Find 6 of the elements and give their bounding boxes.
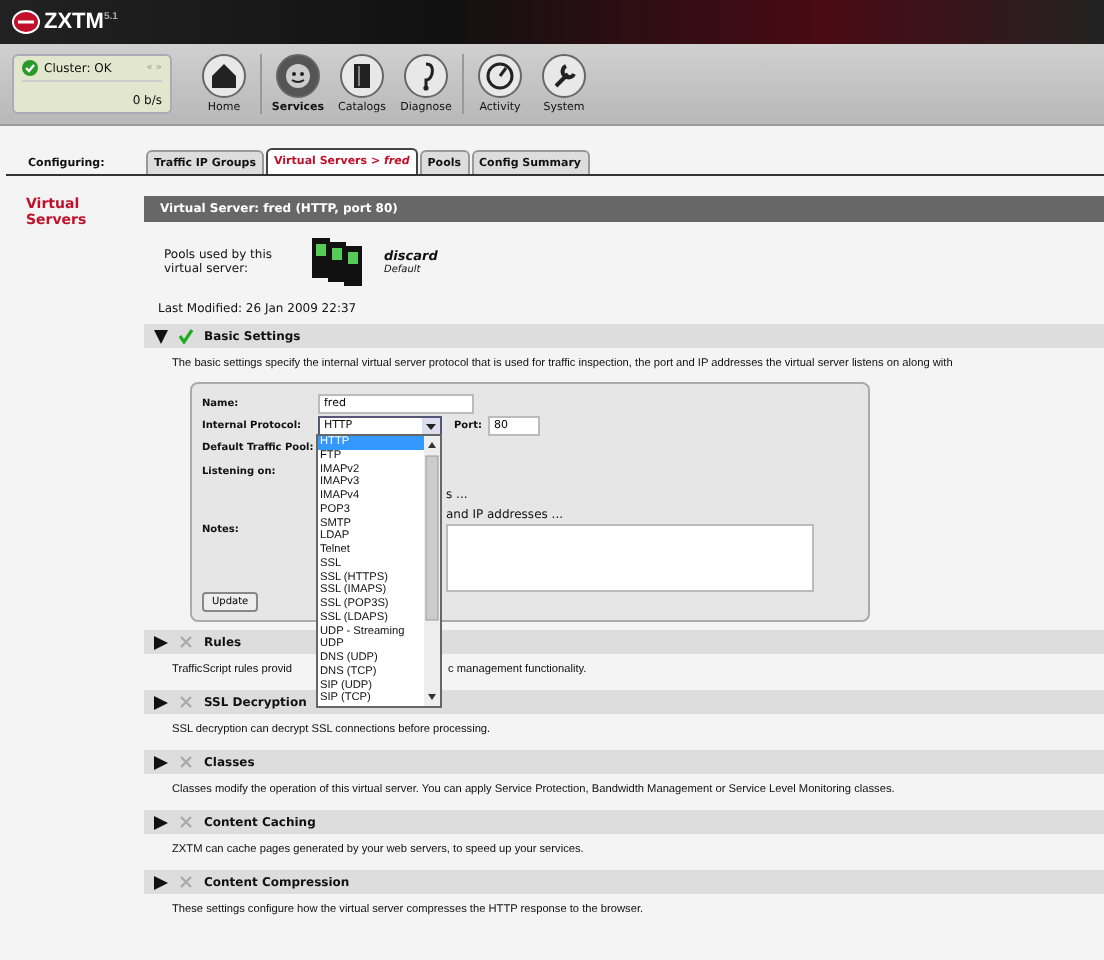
servers-icon [312, 238, 364, 286]
home-icon [202, 54, 246, 98]
notes-field[interactable] [446, 524, 814, 592]
logo-text: ZXTM$^{5.1}$ [44, 10, 118, 34]
caret-icon [422, 417, 440, 433]
logo-icon [12, 10, 40, 34]
